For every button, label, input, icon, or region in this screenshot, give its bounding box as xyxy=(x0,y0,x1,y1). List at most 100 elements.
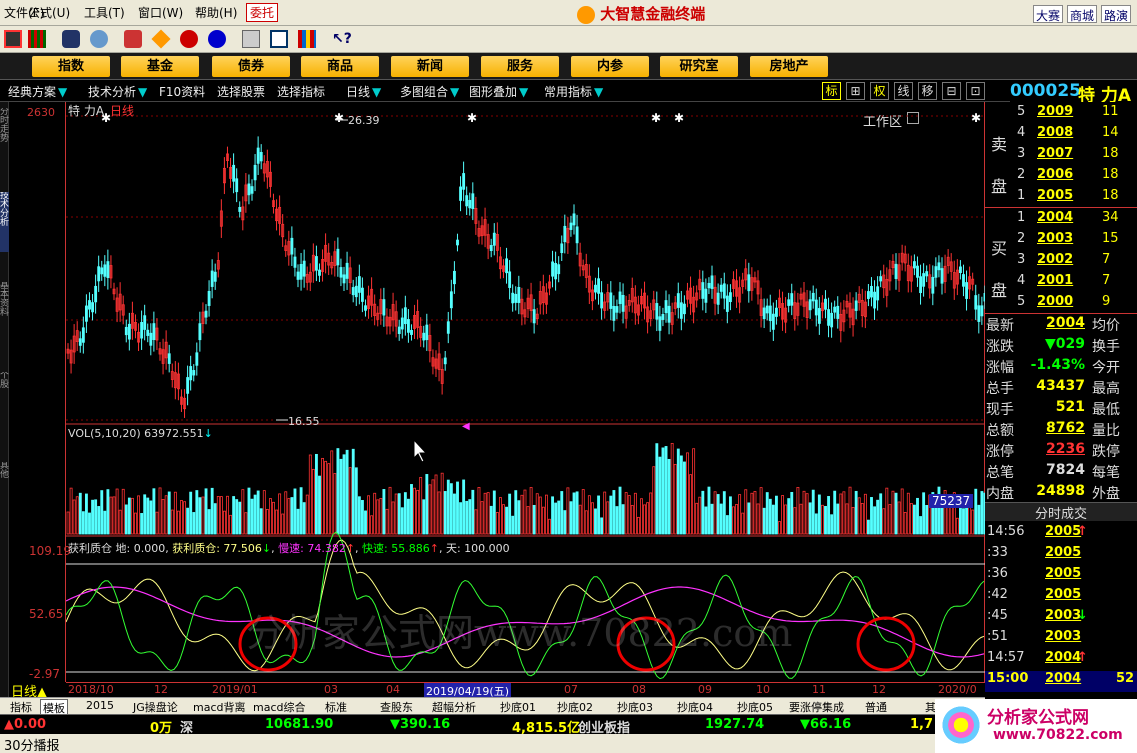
volume-bar xyxy=(799,503,803,535)
ball-red-icon[interactable] xyxy=(180,30,198,48)
tab-multi-chart[interactable]: 多图组合 ▼ xyxy=(400,83,459,100)
vtab-technical[interactable]: 技术分析 xyxy=(0,192,9,252)
indicator-tab[interactable]: 普通 xyxy=(865,699,887,715)
view-move-button[interactable]: 移 xyxy=(918,82,937,100)
link-contest[interactable]: 大赛 xyxy=(1033,5,1064,23)
indicator-tab[interactable]: 抄底02 xyxy=(557,699,593,715)
cat-research[interactable]: 研究室 xyxy=(660,56,738,77)
volume-bar xyxy=(722,491,726,535)
indicator-tab[interactable]: 标准 xyxy=(325,699,347,715)
orderbook-sell-row[interactable]: 3 2007 18 xyxy=(985,146,1137,167)
view-mark-button[interactable]: 标 xyxy=(822,82,841,100)
view-line-button[interactable]: 线 xyxy=(894,82,913,100)
cat-fund[interactable]: 基金 xyxy=(121,56,199,77)
orderbook-buy-row[interactable]: 1 2004 34 xyxy=(985,210,1137,231)
volume-bar xyxy=(149,500,153,535)
cat-realestate[interactable]: 房地产 xyxy=(750,56,828,77)
tab-daily[interactable]: 日线 ▼ xyxy=(346,83,381,100)
indicator-tab[interactable]: 要涨停集成 xyxy=(789,699,844,715)
diamond-icon[interactable] xyxy=(151,29,171,49)
orderbook-level: 2 xyxy=(1017,231,1026,246)
alarm-icon[interactable] xyxy=(90,30,108,48)
cat-bond[interactable]: 债券 xyxy=(212,56,290,77)
vtab-fundamental[interactable]: 基本资料 xyxy=(0,282,9,337)
vtab-intraday[interactable]: 分时走势 xyxy=(0,108,9,158)
volume-bar xyxy=(934,503,938,535)
cat-index[interactable]: 指数 xyxy=(32,56,110,77)
indicator-tab[interactable]: 抄底04 xyxy=(677,699,713,715)
volume-bar xyxy=(222,510,226,535)
indicator-tab[interactable]: 抄底03 xyxy=(617,699,653,715)
view-maximize-button[interactable]: ⊡ xyxy=(966,82,985,100)
view-minimize-button[interactable]: ⊟ xyxy=(942,82,961,100)
menu-formula[interactable]: 公式(U) xyxy=(28,4,70,21)
help-book-icon[interactable] xyxy=(124,30,142,48)
orderbook-sell-row[interactable]: 5 2009 11 xyxy=(985,104,1137,125)
orderbook-buy-row[interactable]: 2 2003 15 xyxy=(985,231,1137,252)
tab-common-indicator[interactable]: 常用指标 ▼ xyxy=(544,83,603,100)
volume-bar xyxy=(235,499,239,535)
tab-technical-analysis[interactable]: 技术分析 ▼ xyxy=(88,83,147,100)
cat-insider[interactable]: 内参 xyxy=(571,56,649,77)
whats-this-icon[interactable]: ↖? xyxy=(332,30,352,48)
chart-area[interactable]: ✱ ✱ ✱ ✱ ✱ ✱ ◀ 特 力A 日线 26.39 16.55 VOL(5,10,20)… xyxy=(65,102,987,699)
volume-bar xyxy=(827,496,830,535)
tab-select-stock[interactable]: 选择股票 xyxy=(217,83,265,100)
tab-overlay[interactable]: 图形叠加 ▼ xyxy=(469,83,528,100)
orderbook-buy-row[interactable]: 3 2002 7 xyxy=(985,252,1137,273)
candle-body xyxy=(471,193,475,210)
indicator-tab[interactable]: JG操盘论 xyxy=(133,699,178,715)
vtab-stock[interactable]: 个股 xyxy=(0,372,9,412)
date-axis: 2018/10 12 2019/01 03 04 2019/04/19(五) 0… xyxy=(66,682,986,699)
indicator-tab[interactable]: 查股东 xyxy=(380,699,413,715)
indicator-tab[interactable]: 抄底05 xyxy=(737,699,773,715)
link-mall[interactable]: 商城 xyxy=(1067,5,1098,23)
volume-bar xyxy=(354,467,358,535)
cat-service[interactable]: 服务 xyxy=(481,56,559,77)
broadcast-label[interactable]: 30分播报 xyxy=(4,735,60,753)
orderbook-sell-row[interactable]: 2 2006 18 xyxy=(985,167,1137,188)
volume-bar xyxy=(287,498,291,535)
view-grid-button[interactable]: ⊞ xyxy=(846,82,865,100)
quote-stat-row: 涨幅 -1.43% 今开 xyxy=(985,357,1137,378)
candle-body xyxy=(78,338,82,346)
indicator-tab[interactable]: 指标 xyxy=(10,699,32,715)
volume-bar xyxy=(778,521,781,535)
indicator-tab[interactable]: 2015 xyxy=(86,699,114,712)
menu-entrust[interactable]: 委托 xyxy=(246,3,279,22)
menu-help[interactable]: 帮助(H) xyxy=(195,4,237,21)
menu-tools[interactable]: 工具(T) xyxy=(84,4,125,21)
vtab-other[interactable]: 其他 xyxy=(0,462,9,502)
indicator-tab[interactable]: 抄底01 xyxy=(500,699,536,715)
indicator-tab[interactable]: macd背离 xyxy=(193,699,246,715)
tab-classic-scheme[interactable]: 经典方案 ▼ xyxy=(8,83,67,100)
volume-bar xyxy=(845,503,849,535)
orderbook-buy-row[interactable]: 4 2001 7 xyxy=(985,273,1137,294)
orderbook-sell-row[interactable]: 1 2005 18 xyxy=(985,188,1137,209)
orderbook-level: 3 xyxy=(1017,252,1026,267)
binoculars-icon[interactable] xyxy=(62,30,80,48)
candle-body xyxy=(517,287,521,303)
candle-body xyxy=(84,305,88,322)
cat-news[interactable]: 新闻 xyxy=(391,56,469,77)
books-icon[interactable] xyxy=(298,30,316,48)
tab-select-indicator[interactable]: 选择指标 xyxy=(277,83,325,100)
tab-f10[interactable]: F10资料 xyxy=(159,83,205,100)
link-roadshow[interactable]: 路演 xyxy=(1101,5,1132,23)
cat-commodity[interactable]: 商品 xyxy=(301,56,379,77)
candle-body xyxy=(836,305,840,319)
volume-bar xyxy=(802,490,806,535)
orderbook-sell-row[interactable]: 4 2008 14 xyxy=(985,125,1137,146)
view-rights-button[interactable]: 权 xyxy=(870,82,889,100)
printer-icon[interactable] xyxy=(242,30,260,48)
keyboard-icon[interactable] xyxy=(4,30,22,48)
orderbook-buy-row[interactable]: 5 2000 9 xyxy=(985,294,1137,315)
bar-chart-icon[interactable] xyxy=(28,30,46,48)
menu-window[interactable]: 窗口(W) xyxy=(138,4,183,21)
volume-bar xyxy=(566,487,570,535)
indicator-tab[interactable]: 超幅分析 xyxy=(432,699,476,715)
volume-bar xyxy=(658,456,662,535)
window-icon[interactable] xyxy=(270,30,288,48)
indicator-tab[interactable]: macd综合 xyxy=(253,699,306,715)
ball-blue-icon[interactable] xyxy=(208,30,226,48)
